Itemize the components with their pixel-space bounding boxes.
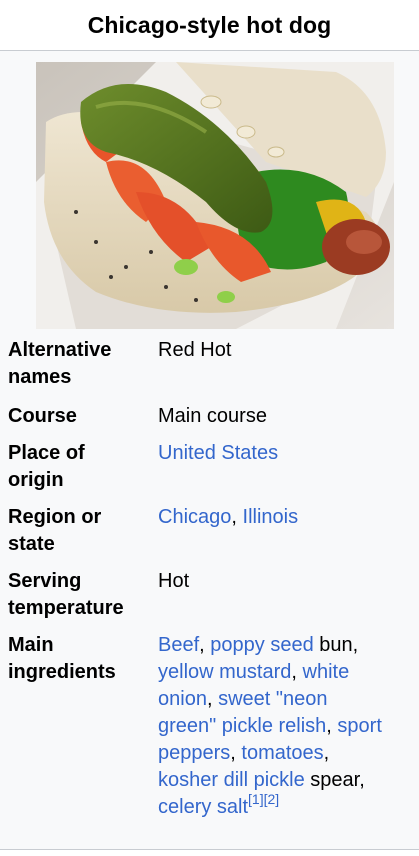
separator: ,	[230, 742, 242, 764]
link-pickle-relish-part2[interactable]: green" pickle relish	[158, 715, 326, 737]
value-alternative-names: Red Hot	[158, 339, 232, 361]
hot-dog-image[interactable]	[36, 62, 394, 329]
ingredients-line: kosher dill pickle spear,	[158, 767, 416, 794]
infobox-header: Chicago-style hot dog	[0, 0, 419, 51]
label-line: temperature	[8, 597, 124, 619]
label-line: Region or	[8, 506, 102, 528]
row-alternative-names: Alternative names Red Hot	[0, 337, 419, 393]
link-white-onion-part1[interactable]: white	[303, 661, 350, 683]
citation-1[interactable]: [1]	[248, 791, 264, 807]
page-bottom	[0, 850, 419, 856]
link-poppy-seed[interactable]: poppy seed	[210, 634, 313, 656]
label-line: origin	[8, 469, 64, 491]
text-spear: spear,	[304, 769, 365, 791]
ingredients-line: Beef, poppy seed bun,	[158, 632, 416, 659]
link-sport-peppers-part2[interactable]: peppers	[158, 742, 230, 764]
separator: ,	[291, 661, 303, 683]
link-celery-salt[interactable]: celery salt	[158, 796, 248, 818]
row-region-or-state: Region or state Chicago, Illinois	[0, 504, 419, 558]
row-course: Course Main course	[0, 403, 419, 430]
separator: ,	[231, 506, 243, 528]
label-line: Main	[8, 634, 54, 656]
label-course: Course	[8, 405, 77, 427]
label-main-ingredients: Main ingredients	[8, 632, 148, 686]
ingredients-line: celery salt[1][2]	[158, 791, 416, 821]
label-line: Alternative	[8, 339, 112, 361]
link-united-states[interactable]: United States	[158, 442, 278, 464]
row-main-ingredients: Main ingredients Beef, poppy seed bun, y…	[0, 632, 419, 842]
label-region-or-state: Region or state	[8, 504, 148, 558]
label-serving-temperature: Serving temperature	[8, 568, 148, 622]
link-yellow-mustard[interactable]: yellow mustard	[158, 661, 291, 683]
separator: ,	[199, 634, 211, 656]
link-pickle-relish-part1[interactable]: sweet "neon	[218, 688, 327, 710]
link-kosher-dill-pickle[interactable]: kosher dill pickle	[158, 769, 305, 791]
link-chicago[interactable]: Chicago	[158, 506, 231, 528]
text-bun: bun,	[313, 634, 359, 656]
row-serving-temperature: Serving temperature Hot	[0, 568, 419, 622]
infobox-title: Chicago-style hot dog	[87, 11, 332, 38]
ingredients-line: onion, sweet "neon	[158, 686, 416, 713]
link-beef[interactable]: Beef	[158, 634, 199, 656]
link-illinois[interactable]: Illinois	[243, 506, 299, 528]
label-line: names	[8, 366, 72, 388]
citation-2[interactable]: [2]	[264, 791, 280, 807]
label-line: state	[8, 533, 55, 555]
value-serving-temperature: Hot	[158, 570, 190, 592]
ingredients-line: peppers, tomatoes,	[158, 740, 416, 767]
label-alternative-names: Alternative names	[8, 337, 148, 391]
label-line: Serving	[8, 570, 82, 592]
infobox: Chicago-style hot dog Alternative names …	[0, 0, 419, 856]
link-white-onion-part2[interactable]: onion	[158, 688, 207, 710]
row-place-of-origin: Place of origin United States	[0, 440, 419, 494]
value-region-or-state: Chicago, Illinois	[158, 504, 416, 531]
value-place-of-origin: United States	[158, 440, 416, 467]
ingredients-line: yellow mustard, white	[158, 659, 416, 686]
label-line: ingredients	[8, 661, 116, 683]
hot-dog-illustration	[36, 62, 394, 329]
separator: ,	[326, 715, 338, 737]
separator: ,	[323, 742, 330, 764]
value-course: Main course	[158, 405, 267, 427]
label-place-of-origin: Place of origin	[8, 440, 148, 494]
link-tomatoes[interactable]: tomatoes	[241, 742, 323, 764]
separator: ,	[206, 688, 219, 710]
value-main-ingredients: Beef, poppy seed bun, yellow mustard, wh…	[158, 632, 416, 821]
link-sport-peppers-part1[interactable]: sport	[337, 715, 381, 737]
label-line: Place of	[8, 442, 85, 464]
ingredients-line: green" pickle relish, sport	[158, 713, 416, 740]
